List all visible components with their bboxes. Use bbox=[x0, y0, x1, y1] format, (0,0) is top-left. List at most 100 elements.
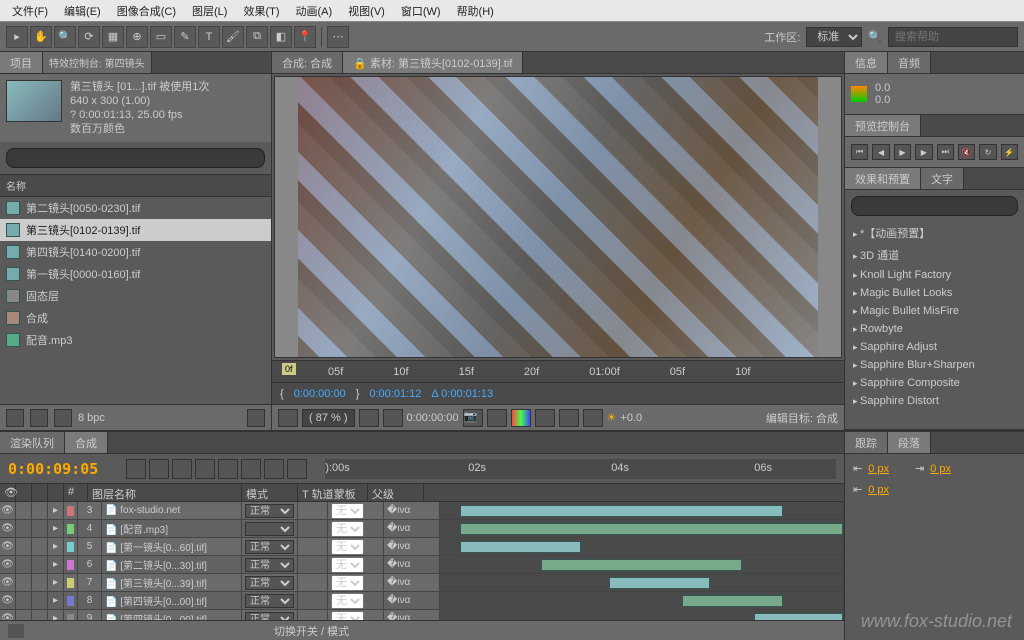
camera-tool-icon[interactable]: ▦ bbox=[102, 26, 124, 48]
mask-icon[interactable] bbox=[383, 409, 403, 427]
tab-tracker[interactable]: 跟踪 bbox=[845, 432, 888, 453]
toggle-switches-icon[interactable] bbox=[8, 624, 24, 638]
tab-audio[interactable]: 音频 bbox=[888, 52, 931, 73]
effect-category[interactable]: 3D 通道 bbox=[845, 244, 1024, 266]
indent-left-value[interactable]: 0 px bbox=[868, 463, 889, 475]
layer-row[interactable]: 👁▸6📄 [第二镜头[0...30].tif]正常无�ινα bbox=[0, 556, 844, 574]
eye-icon[interactable]: 👁 bbox=[0, 556, 16, 573]
tl-btn-8[interactable] bbox=[287, 459, 307, 479]
tab-comp-viewer[interactable]: 合成: 合成 bbox=[272, 52, 343, 73]
prev-frame-icon[interactable]: ◀ bbox=[872, 144, 889, 160]
tab-paragraph[interactable]: 段落 bbox=[888, 432, 931, 453]
indent-first-icon[interactable]: ⇤ bbox=[853, 483, 862, 496]
project-item[interactable]: 固态层 bbox=[0, 285, 271, 307]
viewer-timecode[interactable]: 0:00:00:00 bbox=[407, 412, 459, 424]
menu-file[interactable]: 文件(F) bbox=[4, 1, 56, 21]
pin-tool-icon[interactable]: 📍 bbox=[294, 26, 316, 48]
menu-effect[interactable]: 效果(T) bbox=[235, 1, 287, 21]
time-ruler[interactable]: ):00s02s04s06s bbox=[325, 459, 836, 479]
stamp-tool-icon[interactable]: ⧉ bbox=[246, 26, 268, 48]
next-frame-icon[interactable]: ▶ bbox=[915, 144, 932, 160]
viewer-canvas[interactable] bbox=[274, 76, 842, 358]
in-timecode[interactable]: 0:00:00:00 bbox=[294, 388, 346, 400]
mute-icon[interactable]: 🔇 bbox=[958, 144, 975, 160]
tl-btn-3[interactable] bbox=[172, 459, 192, 479]
cti-marker[interactable]: 0f bbox=[282, 363, 296, 375]
indent-left-icon[interactable]: ⇤ bbox=[853, 462, 862, 475]
menu-comp[interactable]: 图像合成(C) bbox=[109, 1, 184, 21]
rect-tool-icon[interactable]: ▭ bbox=[150, 26, 172, 48]
effect-category[interactable]: Magic Bullet Looks bbox=[845, 284, 1024, 302]
effect-category[interactable]: Sapphire Distort bbox=[845, 392, 1024, 410]
out-timecode[interactable]: 0:00:01:12 bbox=[369, 388, 421, 400]
tab-effect-controls[interactable]: 特效控制台: 第四镜头 bbox=[43, 52, 152, 73]
tl-btn-7[interactable] bbox=[264, 459, 284, 479]
layer-list[interactable]: 👁▸3📄 fox-studio.net正常无�ινα👁▸4📄 [配音.mp3]无… bbox=[0, 502, 844, 620]
effect-category[interactable]: *【动画预置】 bbox=[845, 222, 1024, 244]
tab-effects[interactable]: 效果和预置 bbox=[845, 168, 921, 189]
ram-preview-icon[interactable]: ⚡ bbox=[1001, 144, 1018, 160]
layer-row[interactable]: 👁▸9📄 [第四镜头[0...00].tif]正常无�ινα bbox=[0, 610, 844, 620]
effect-category[interactable]: Knoll Light Factory bbox=[845, 266, 1024, 284]
indent-right-value[interactable]: 0 px bbox=[930, 463, 951, 475]
grid-icon[interactable] bbox=[359, 409, 379, 427]
project-item[interactable]: 配音.mp3 bbox=[0, 329, 271, 351]
tl-btn-5[interactable] bbox=[218, 459, 238, 479]
eye-icon[interactable]: 👁 bbox=[0, 538, 16, 555]
mini-timeline[interactable]: 0f 05f10f15f20f01:00f05f10f bbox=[272, 360, 844, 382]
bpc-label[interactable]: 8 bpc bbox=[78, 412, 105, 424]
project-list[interactable]: 第二镜头[0050-0230].tif第三镜头[0102-0139].tif第四… bbox=[0, 197, 271, 404]
project-column-name[interactable]: 名称 bbox=[0, 174, 271, 197]
indent-first-value[interactable]: 0 px bbox=[868, 484, 889, 496]
tab-comp-timeline[interactable]: 合成 bbox=[65, 432, 108, 453]
last-frame-icon[interactable]: ⏭ bbox=[937, 144, 954, 160]
tab-info[interactable]: 信息 bbox=[845, 52, 888, 73]
layer-row[interactable]: 👁▸4📄 [配音.mp3]无�ινα bbox=[0, 520, 844, 538]
effects-list[interactable]: *【动画预置】3D 通道Knoll Light FactoryMagic Bul… bbox=[845, 222, 1024, 410]
workarea-select[interactable]: 标准 bbox=[806, 27, 862, 47]
tl-btn-4[interactable] bbox=[195, 459, 215, 479]
project-item[interactable]: 第四镜头[0140-0200].tif bbox=[0, 241, 271, 263]
selection-tool-icon[interactable]: ▸ bbox=[6, 26, 28, 48]
eye-icon[interactable]: 👁 bbox=[0, 592, 16, 609]
extra-tool-icon[interactable]: ⋯ bbox=[327, 26, 349, 48]
menu-edit[interactable]: 编辑(E) bbox=[56, 1, 109, 21]
delete-icon[interactable] bbox=[247, 409, 265, 427]
project-item[interactable]: 第一镜头[0000-0160].tif bbox=[0, 263, 271, 285]
new-comp-icon[interactable] bbox=[54, 409, 72, 427]
project-item[interactable]: 第二镜头[0050-0230].tif bbox=[0, 197, 271, 219]
channel-icon[interactable] bbox=[487, 409, 507, 427]
tab-project[interactable]: 项目 bbox=[0, 52, 43, 73]
tab-render-queue[interactable]: 渲染队列 bbox=[0, 432, 65, 453]
eye-icon[interactable]: 👁 bbox=[0, 520, 16, 537]
exposure-value[interactable]: +0.0 bbox=[620, 412, 642, 424]
effect-category[interactable]: Sapphire Composite bbox=[845, 374, 1024, 392]
current-timecode[interactable]: 0:00:09:05 bbox=[8, 460, 98, 478]
effects-search-input[interactable] bbox=[851, 196, 1018, 216]
snapshot-icon[interactable]: 📷 bbox=[463, 409, 483, 427]
menu-help[interactable]: 帮助(H) bbox=[449, 1, 502, 21]
play-icon[interactable]: ▶ bbox=[894, 144, 911, 160]
tl-btn-6[interactable] bbox=[241, 459, 261, 479]
tab-source-viewer[interactable]: 🔒 素材: 第三镜头[0102-0139].tif bbox=[343, 52, 523, 73]
effect-category[interactable]: Sapphire Blur+Sharpen bbox=[845, 356, 1024, 374]
layer-row[interactable]: 👁▸7📄 [第三镜头[0...39].tif]正常无�ινα bbox=[0, 574, 844, 592]
new-folder-icon[interactable] bbox=[30, 409, 48, 427]
effect-category[interactable]: Sapphire Adjust bbox=[845, 338, 1024, 356]
menu-layer[interactable]: 图层(L) bbox=[184, 1, 235, 21]
pen-tool-icon[interactable]: ✎ bbox=[174, 26, 196, 48]
first-frame-icon[interactable]: ⏮ bbox=[851, 144, 868, 160]
eye-icon[interactable]: 👁 bbox=[0, 574, 16, 591]
always-preview-icon[interactable] bbox=[278, 409, 298, 427]
transparency-icon[interactable] bbox=[583, 409, 603, 427]
loop-icon[interactable]: ↻ bbox=[979, 144, 996, 160]
project-search-input[interactable] bbox=[6, 148, 265, 168]
menu-view[interactable]: 视图(V) bbox=[340, 1, 393, 21]
project-item[interactable]: 合成 bbox=[0, 307, 271, 329]
tab-text[interactable]: 文字 bbox=[921, 168, 964, 189]
eye-icon[interactable]: 👁 bbox=[0, 610, 16, 620]
rgb-icon[interactable] bbox=[511, 409, 531, 427]
hand-tool-icon[interactable]: ✋ bbox=[30, 26, 52, 48]
menu-window[interactable]: 窗口(W) bbox=[393, 1, 449, 21]
indent-right-icon[interactable]: ⇥ bbox=[915, 462, 924, 475]
